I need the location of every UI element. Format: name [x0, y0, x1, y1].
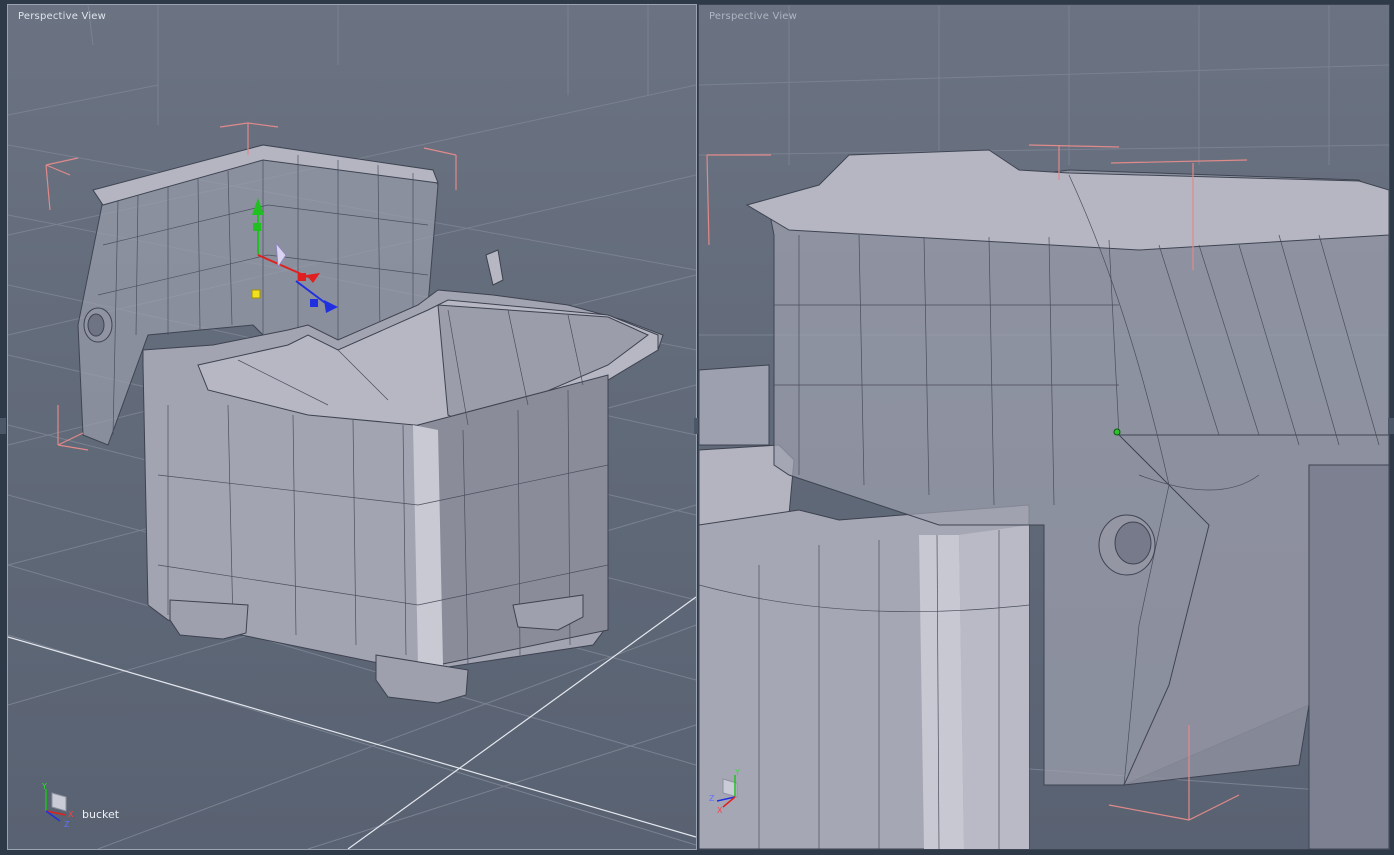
left-edge-collapse-handle[interactable]	[0, 418, 6, 434]
axis-x-letter: X	[68, 810, 74, 819]
right-viewport-scene[interactable]	[699, 5, 1389, 849]
viewport-splitter-handle[interactable]	[694, 418, 698, 434]
axis-y-letter: Y	[41, 782, 47, 791]
axis-orientation-icon: Y Z X	[709, 768, 740, 813]
axis-z-letter: Z	[64, 820, 70, 827]
right-perspective-viewport[interactable]: Perspective View Y Z X	[698, 4, 1390, 850]
left-viewport-title: Perspective View	[18, 11, 107, 22]
axis-orientation-icon: Y X Z	[41, 782, 74, 827]
left-viewport-scene[interactable]	[8, 5, 696, 849]
world-x-axis	[8, 636, 696, 838]
axis-z-letter: Z	[709, 794, 715, 803]
pivot-point-icon[interactable]	[1113, 428, 1121, 436]
axis-y-letter: Y	[734, 768, 740, 777]
selected-object-label: bucket	[82, 808, 120, 821]
left-perspective-viewport[interactable]: Perspective View Y X Z bucket	[7, 4, 697, 850]
right-viewport-title: Perspective View	[709, 11, 798, 22]
app-window: Perspective View Y X Z bucket Perspectiv…	[0, 0, 1394, 855]
right-edge-collapse-handle[interactable]	[1388, 418, 1394, 434]
axis-x-letter: X	[717, 806, 723, 813]
